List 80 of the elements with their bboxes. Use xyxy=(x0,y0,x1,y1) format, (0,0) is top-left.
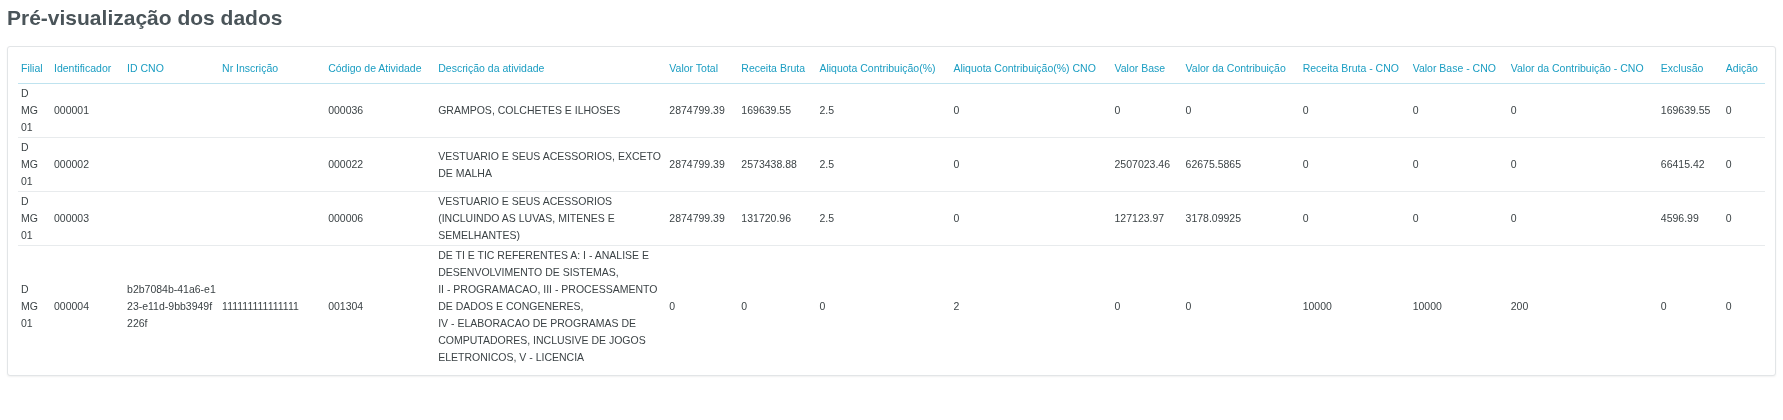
column-header: Valor Base xyxy=(1111,53,1183,84)
table-cell: 169639.55 xyxy=(741,104,791,116)
table-cell: 0 xyxy=(1412,158,1419,170)
column-header: Aliquota Contribuição(%) CNO xyxy=(950,53,1112,84)
column-header: Identificador xyxy=(51,53,125,84)
table-cell: 2874799.39 xyxy=(669,212,725,224)
table-cell: D MG 01 xyxy=(21,141,38,187)
table-cell: 10000 xyxy=(1302,300,1332,312)
column-header: Receita Bruta xyxy=(738,53,817,84)
table-cell: 0 xyxy=(953,104,960,116)
column-header: Valor Base - CNO xyxy=(1409,53,1508,84)
table-cell: 0 xyxy=(1302,212,1309,224)
table-cell: 3178.09925 xyxy=(1185,212,1242,224)
table-cell: 0 xyxy=(1510,212,1517,224)
table-cell: 000004 xyxy=(54,300,90,312)
table-cell: 000022 xyxy=(328,158,364,170)
column-header: Descrição da atividade xyxy=(435,53,667,84)
table-cell: 0 xyxy=(1725,104,1732,116)
table-cell: 169639.55 xyxy=(1660,104,1711,116)
table-cell: 0 xyxy=(1725,300,1732,312)
table-cell: 0 xyxy=(1725,158,1732,170)
table-cell: 2.5 xyxy=(819,212,834,224)
table-cell: 2874799.39 xyxy=(669,104,725,116)
column-header: Adição xyxy=(1722,53,1765,84)
table-cell: D MG 01 xyxy=(21,87,38,133)
table-cell: 000002 xyxy=(54,158,90,170)
table-cell: 0 xyxy=(953,212,960,224)
table-cell: 2.5 xyxy=(819,158,834,170)
table-cell: 0 xyxy=(1725,212,1732,224)
table-cell: 000003 xyxy=(54,212,90,224)
page-title: Pré-visualização dos dados xyxy=(7,5,284,31)
table-cell: D MG 01 xyxy=(21,195,38,241)
table-cell: 0 xyxy=(819,300,826,312)
table-cell: VESTUARIO E SEUS ACESSORIOS, EXCETO DE MALHA xyxy=(438,149,661,179)
table-cell: 2.5 xyxy=(819,104,834,116)
table-cell: 000006 xyxy=(328,212,364,224)
table-cell: 0 xyxy=(1510,104,1517,116)
column-header: Código de Atividade xyxy=(325,53,436,84)
table-cell: DE TI E TIC REFERENTES A: I - ANALISE E DESENVOLVIMENTO DE SISTEMAS, II - PROGRAMACAO, III - PROCESSAMENTO DE DADOS E CONGENERES, IV - ELABORACAO DE PROGRAMAS DE COMPUTADORES, INCLUSIVE DE JOGOS ELETRONICOS, V - LICENCIA xyxy=(438,249,658,363)
column-header: Exclusão xyxy=(1657,53,1723,84)
table-cell: D MG 01 xyxy=(21,283,38,329)
column-header: Aliquota Contribuição(%) xyxy=(816,53,951,84)
table-cell: 001304 xyxy=(328,300,364,312)
table-cell: 2507023.46 xyxy=(1114,158,1170,170)
column-header: Valor da Contribuição xyxy=(1182,53,1300,84)
column-header: Filial xyxy=(18,53,51,84)
column-header: Valor da Contribuição - CNO xyxy=(1507,53,1658,84)
table-cell: 0 xyxy=(1114,300,1121,312)
table-cell: 0 xyxy=(741,300,748,312)
table-cell: 2 xyxy=(953,300,960,312)
table-cell: 0 xyxy=(1302,158,1309,170)
table-cell: 66415.42 xyxy=(1660,158,1705,170)
table-cell: 0 xyxy=(1302,104,1309,116)
table-cell: VESTUARIO E SEUS ACESSORIOS (INCLUINDO AS LUVAS, MITENES E SEMELHANTES) xyxy=(438,195,615,241)
table-cell: 200 xyxy=(1510,300,1529,312)
table-cell: 0 xyxy=(1185,104,1192,116)
table-cell: 000036 xyxy=(328,104,364,116)
table-cell: 131720.96 xyxy=(741,212,791,224)
table-cell: 111111111111111 xyxy=(222,300,299,312)
table-cell: 0 xyxy=(1412,212,1419,224)
column-header: Receita Bruta - CNO xyxy=(1299,53,1410,84)
column-header: ID CNO xyxy=(124,53,220,84)
table-cell: 0 xyxy=(1660,300,1667,312)
table-cell: 000001 xyxy=(54,104,90,116)
table-cell: 0 xyxy=(1510,158,1517,170)
table-cell: 62675.5865 xyxy=(1185,158,1242,170)
table-cell: 0 xyxy=(953,158,960,170)
table-cell: 0 xyxy=(669,300,676,312)
table-cell: 0 xyxy=(1114,104,1121,116)
table-cell: 0 xyxy=(1412,104,1419,116)
column-header: Nr Inscrição xyxy=(219,53,326,84)
table-cell: GRAMPOS, COLCHETES E ILHOSES xyxy=(438,104,621,116)
column-header: Valor Total xyxy=(666,53,739,84)
table-cell: 0 xyxy=(1185,300,1192,312)
table-cell: 127123.97 xyxy=(1114,212,1165,224)
table-cell: 10000 xyxy=(1412,300,1442,312)
table-cell: b2b7084b-41a6-e123-e11d-9bb3949f226f xyxy=(127,283,216,329)
table-cell: 4596.99 xyxy=(1660,212,1699,224)
table-cell: 2874799.39 xyxy=(669,158,725,170)
table-cell: 2573438.88 xyxy=(741,158,797,170)
